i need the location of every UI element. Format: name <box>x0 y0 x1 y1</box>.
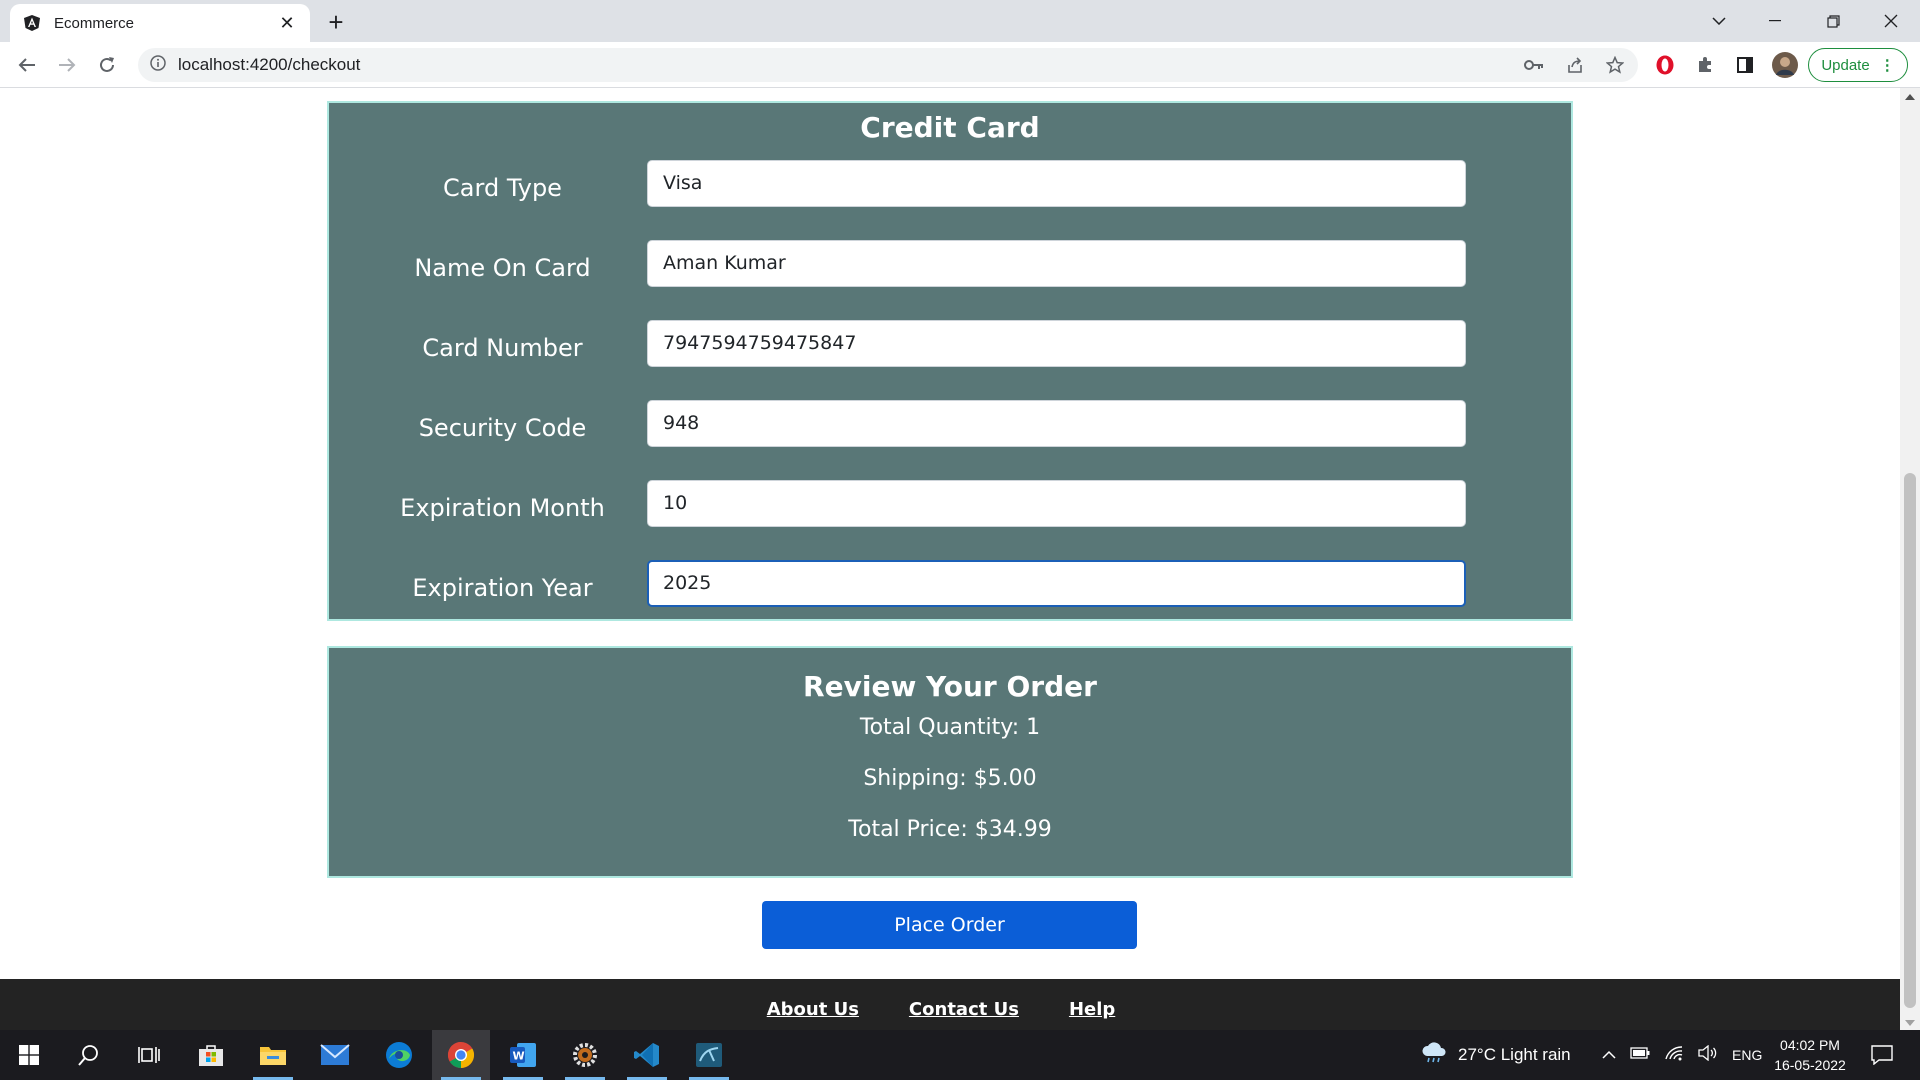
new-tab-icon[interactable]: + <box>322 7 350 37</box>
expiration-month-select[interactable]: 10 <box>647 480 1466 527</box>
expiration-month-row: Expiration Month 10 <box>329 480 1571 528</box>
security-code-row: Security Code 948 <box>329 400 1571 448</box>
footer-link-about-us[interactable]: About Us <box>767 999 859 1020</box>
browser-tab[interactable]: Ecommerce ✕ <box>10 4 310 42</box>
browser-toolbar: localhost:4200/checkout Update ⋮ <box>0 42 1920 88</box>
shipping-cost: Shipping: $5.00 <box>863 766 1037 791</box>
mail-icon[interactable] <box>306 1030 364 1080</box>
card-type-select[interactable]: Visa <box>647 160 1466 207</box>
credit-card-title: Credit Card <box>860 111 1040 144</box>
card-type-label: Card Type <box>443 174 562 202</box>
update-button[interactable]: Update ⋮ <box>1808 48 1908 82</box>
tab-search-icon[interactable] <box>1696 6 1742 36</box>
total-quantity: Total Quantity: 1 <box>859 715 1041 740</box>
credit-card-panel: Credit Card Card Type Visa Name On Card … <box>327 101 1573 621</box>
close-tab-icon[interactable]: ✕ <box>276 12 298 34</box>
chrome-icon[interactable] <box>432 1030 490 1080</box>
chevron-up-icon[interactable] <box>1602 1046 1616 1064</box>
security-code-input[interactable]: 948 <box>647 400 1466 447</box>
address-bar[interactable]: localhost:4200/checkout <box>138 48 1638 82</box>
expiration-month-label: Expiration Month <box>400 494 605 522</box>
review-order-title: Review Your Order <box>803 670 1097 703</box>
battery-icon[interactable] <box>1630 1046 1650 1064</box>
name-on-card-input[interactable]: Aman Kumar <box>647 240 1466 287</box>
page-scrollbar[interactable] <box>1900 88 1920 1030</box>
word-icon[interactable]: W <box>494 1030 552 1080</box>
star-icon[interactable] <box>1602 52 1628 78</box>
wifi-icon[interactable] <box>1664 1045 1684 1066</box>
expiration-year-row: Expiration Year 2025 <box>329 560 1571 608</box>
angular-icon <box>22 13 42 33</box>
extensions-icon[interactable] <box>1692 52 1718 78</box>
windows-start-icon[interactable] <box>0 1030 58 1080</box>
microsoft-store-icon[interactable] <box>182 1030 240 1080</box>
page-viewport: Credit Card Card Type Visa Name On Card … <box>0 88 1900 1030</box>
footer-link-contact-us[interactable]: Contact Us <box>909 999 1019 1020</box>
scroll-thumb[interactable] <box>1904 473 1916 1008</box>
weather-widget[interactable]: 27°C Light rain <box>1420 1030 1571 1080</box>
scroll-up-icon[interactable] <box>1905 94 1915 100</box>
card-number-input[interactable]: 7947594759475847 <box>647 320 1466 367</box>
card-number-label: Card Number <box>422 334 583 362</box>
footer-link-help[interactable]: Help <box>1069 999 1115 1020</box>
review-order-panel: Review Your Order Total Quantity: 1 Ship… <box>327 646 1573 878</box>
taskbar: W 27°C Light rain ENG 04:02 PM 16-05-202… <box>0 1030 1920 1080</box>
opera-icon[interactable] <box>1652 52 1678 78</box>
clock-date: 16-05-2022 <box>1774 1057 1846 1073</box>
forward-icon[interactable] <box>52 50 82 80</box>
expiration-year-label: Expiration Year <box>412 574 593 602</box>
place-order-button[interactable]: Place Order <box>762 901 1137 949</box>
clock[interactable]: 04:02 PM 16-05-2022 <box>1755 1035 1865 1075</box>
scroll-down-icon[interactable] <box>1905 1020 1915 1026</box>
restore-icon[interactable] <box>1810 6 1856 36</box>
svg-text:W: W <box>513 1050 525 1063</box>
mysql-workbench-icon[interactable] <box>680 1030 738 1080</box>
task-view-icon[interactable] <box>120 1030 178 1080</box>
share-icon[interactable] <box>1562 52 1588 78</box>
menu-dots-icon[interactable]: ⋮ <box>1880 56 1895 74</box>
reload-icon[interactable] <box>92 50 122 80</box>
key-icon[interactable] <box>1521 52 1547 78</box>
name-on-card-label: Name On Card <box>414 254 591 282</box>
side-panel-icon[interactable] <box>1732 52 1758 78</box>
volume-icon[interactable] <box>1698 1044 1718 1066</box>
total-price: Total Price: $34.99 <box>848 817 1052 842</box>
settings-gear-icon[interactable] <box>556 1030 614 1080</box>
name-on-card-row: Name On Card Aman Kumar <box>329 240 1571 288</box>
close-window-icon[interactable] <box>1868 6 1914 36</box>
back-icon[interactable] <box>12 50 42 80</box>
tab-title: Ecommerce <box>54 14 135 32</box>
card-type-row: Card Type Visa <box>329 160 1571 208</box>
edge-icon[interactable] <box>370 1030 428 1080</box>
security-code-label: Security Code <box>418 414 587 442</box>
update-label: Update <box>1821 56 1870 74</box>
search-icon[interactable] <box>60 1030 118 1080</box>
card-number-row: Card Number 7947594759475847 <box>329 320 1571 368</box>
clock-time: 04:02 PM <box>1780 1037 1840 1053</box>
system-tray: ENG <box>1602 1030 1762 1080</box>
browser-tabbar: Ecommerce ✕ + <box>0 0 1920 42</box>
url-text: localhost:4200/checkout <box>178 55 361 74</box>
info-icon[interactable] <box>150 54 166 76</box>
footer: About Us Contact Us Help <box>0 979 1900 1030</box>
cloud-rain-icon <box>1420 1041 1448 1069</box>
expiration-year-select[interactable]: 2025 <box>647 560 1466 607</box>
minimize-icon[interactable] <box>1752 6 1798 36</box>
vscode-icon[interactable] <box>618 1030 676 1080</box>
notification-icon[interactable] <box>1852 1030 1912 1080</box>
avatar[interactable] <box>1772 52 1798 78</box>
weather-text: 27°C Light rain <box>1458 1045 1571 1064</box>
file-explorer-icon[interactable] <box>244 1030 302 1080</box>
